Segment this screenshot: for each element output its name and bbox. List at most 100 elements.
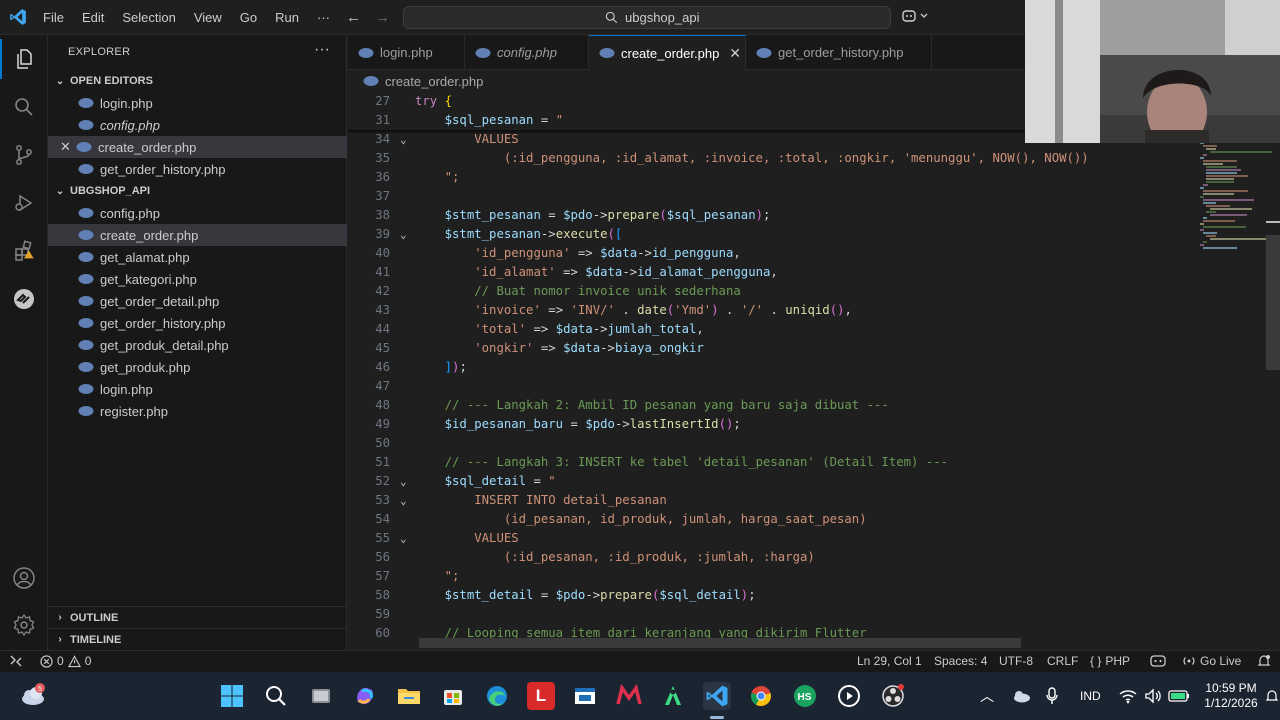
file-item[interactable]: config.php (48, 202, 347, 224)
app-l-icon[interactable]: L (527, 682, 555, 710)
cursor-position[interactable]: Ln 29, Col 1 (857, 654, 922, 668)
file-item[interactable]: get_produk.php (48, 356, 347, 378)
menu-run[interactable]: Run (266, 10, 308, 25)
open-editors-header[interactable]: ⌄ OPEN EDITORS (48, 70, 347, 92)
vertical-scrollbar[interactable] (1266, 235, 1280, 370)
breadcrumb[interactable]: create_order.php (363, 72, 483, 90)
file-item[interactable]: create_order.php (48, 224, 347, 246)
code-line[interactable]: 49 $id_pesanan_baru = $pdo->lastInsertId… (348, 415, 1190, 434)
end-of-line[interactable]: CRLF (1047, 654, 1078, 668)
code-line[interactable]: 57 "; (348, 567, 1190, 586)
tab-create-order[interactable]: create_order.php ✕ (589, 35, 746, 70)
go-live-button[interactable]: Go Live (1182, 654, 1241, 668)
code-line[interactable]: 38 $stmt_pesanan = $pdo->prepare($sql_pe… (348, 206, 1190, 225)
edge-browser-icon[interactable] (483, 682, 511, 710)
microphone-icon[interactable] (1045, 672, 1059, 720)
code-line[interactable]: 42 // Buat nomor invoice unik sederhana (348, 282, 1190, 301)
file-item[interactable]: get_kategori.php (48, 268, 347, 290)
explorer-more-button[interactable]: ··· (314, 41, 330, 59)
copilot-status-icon[interactable] (1150, 654, 1166, 668)
chrome-icon[interactable] (747, 682, 775, 710)
code-line[interactable]: 51 // --- Langkah 3: INSERT ke tabel 'de… (348, 453, 1190, 472)
file-item[interactable]: get_alamat.php (48, 246, 347, 268)
start-windows-icon[interactable] (218, 682, 246, 710)
outline-header[interactable]: › OUTLINE (48, 606, 347, 628)
menu-go[interactable]: Go (231, 10, 266, 25)
code-line[interactable]: 55 ⌄ VALUES (348, 529, 1190, 548)
close-icon[interactable]: ✕ (729, 45, 741, 62)
system-clock[interactable]: 10:59 PM 1/12/2026 (1196, 681, 1266, 711)
open-editor-item[interactable]: login.php (48, 92, 347, 114)
open-editor-item[interactable]: get_order_history.php (48, 158, 347, 180)
microsoft-store-icon[interactable] (439, 682, 467, 710)
file-explorer-icon[interactable] (395, 682, 423, 710)
close-icon[interactable]: ✕ (60, 139, 71, 155)
open-editor-item[interactable]: ✕ create_order.php (48, 136, 347, 158)
weather-icon[interactable]: 5 (18, 682, 50, 710)
wifi-icon[interactable] (1119, 672, 1137, 720)
copilot-app-icon[interactable] (351, 682, 379, 710)
tab-get-order-history[interactable]: get_order_history.php (746, 35, 932, 70)
app-hs-icon[interactable]: HS (791, 682, 819, 710)
code-line[interactable]: 43 'invoice' => 'INV/' . date('Ymd') . '… (348, 301, 1190, 320)
app-m-icon[interactable] (615, 682, 643, 710)
code-line[interactable]: 47 (348, 377, 1190, 396)
battery-icon[interactable] (1168, 672, 1190, 720)
explorer-icon[interactable] (0, 39, 48, 79)
menu-selection[interactable]: Selection (113, 10, 184, 25)
menu-more[interactable]: ··· (308, 10, 339, 25)
app-window-icon[interactable] (571, 682, 599, 710)
obs-icon[interactable] (879, 682, 907, 710)
horizontal-scrollbar[interactable] (419, 638, 1021, 648)
code-line[interactable]: 39 ⌄ $stmt_pesanan->execute([ (348, 225, 1190, 244)
code-line[interactable]: 53 ⌄ INSERT INTO detail_pesanan (348, 491, 1190, 510)
file-item[interactable]: get_produk_detail.php (48, 334, 347, 356)
copilot-icon[interactable] (902, 8, 928, 27)
code-line[interactable]: 45 'ongkir' => $data->biaya_ongkir (348, 339, 1190, 358)
minimap[interactable] (1190, 92, 1280, 650)
code-line[interactable]: 48 // --- Langkah 2: Ambil ID pesanan ya… (348, 396, 1190, 415)
show-hidden-icons[interactable]: ︿ (980, 672, 994, 720)
onedrive-icon[interactable] (1011, 672, 1031, 720)
notifications-bell-icon[interactable] (1257, 654, 1271, 668)
code-line[interactable]: 52 ⌄ $sql_detail = " (348, 472, 1190, 491)
fold-chevron-icon[interactable]: ⌄ (400, 472, 414, 491)
menu-edit[interactable]: Edit (73, 10, 113, 25)
code-line[interactable]: 50 (348, 434, 1190, 453)
media-player-icon[interactable] (835, 682, 863, 710)
code-line[interactable]: 56 (:id_pesanan, :id_produk, :jumlah, :h… (348, 548, 1190, 567)
forward-arrow-icon[interactable]: → (375, 9, 390, 26)
tab-login[interactable]: login.php (348, 35, 465, 70)
file-item[interactable]: get_order_history.php (48, 312, 347, 334)
fold-chevron-icon[interactable]: ⌄ (400, 225, 414, 244)
code-line[interactable]: 36 "; (348, 168, 1190, 187)
fold-chevron-icon[interactable]: ⌄ (400, 529, 414, 548)
run-debug-icon[interactable] (0, 183, 48, 223)
code-line[interactable]: 44 'total' => $data->jumlah_total, (348, 320, 1190, 339)
taskbar-search-icon[interactable] (262, 682, 290, 710)
code-line[interactable]: 59 (348, 605, 1190, 624)
search-icon[interactable] (0, 87, 48, 127)
back-arrow-icon[interactable]: ← (346, 9, 361, 26)
command-center[interactable]: ubgshop_api (403, 6, 891, 29)
folder-header[interactable]: ⌄ UBGSHOP_API (48, 180, 347, 202)
fold-chevron-icon[interactable]: ⌄ (400, 491, 414, 510)
indentation[interactable]: Spaces: 4 (934, 654, 987, 668)
menu-view[interactable]: View (185, 10, 231, 25)
menu-file[interactable]: File (34, 10, 73, 25)
code-line[interactable]: 40 'id_pengguna' => $data->id_pengguna, (348, 244, 1190, 263)
problems-indicator[interactable]: 0 0 (40, 654, 91, 668)
code-line[interactable]: 35 (:id_pengguna, :id_alamat, :invoice, … (348, 149, 1190, 168)
open-editor-item[interactable]: config.php (48, 114, 347, 136)
code-line[interactable]: 37 (348, 187, 1190, 206)
file-item[interactable]: register.php (48, 400, 347, 422)
volume-icon[interactable] (1144, 672, 1162, 720)
code-line[interactable]: 54 (id_pesanan, id_produk, jumlah, harga… (348, 510, 1190, 529)
code-editor[interactable]: 27 try {31 $sql_pesanan = " 34 ⌄ VALUES 35 (… (348, 92, 1190, 650)
account-icon[interactable] (0, 558, 48, 598)
language-mode[interactable]: { } PHP (1090, 654, 1130, 668)
code-line[interactable]: 58 $stmt_detail = $pdo->prepare($sql_det… (348, 586, 1190, 605)
timeline-header[interactable]: › TIMELINE (48, 628, 347, 650)
language-indicator[interactable]: IND (1080, 672, 1101, 720)
settings-gear-icon[interactable] (0, 605, 48, 645)
